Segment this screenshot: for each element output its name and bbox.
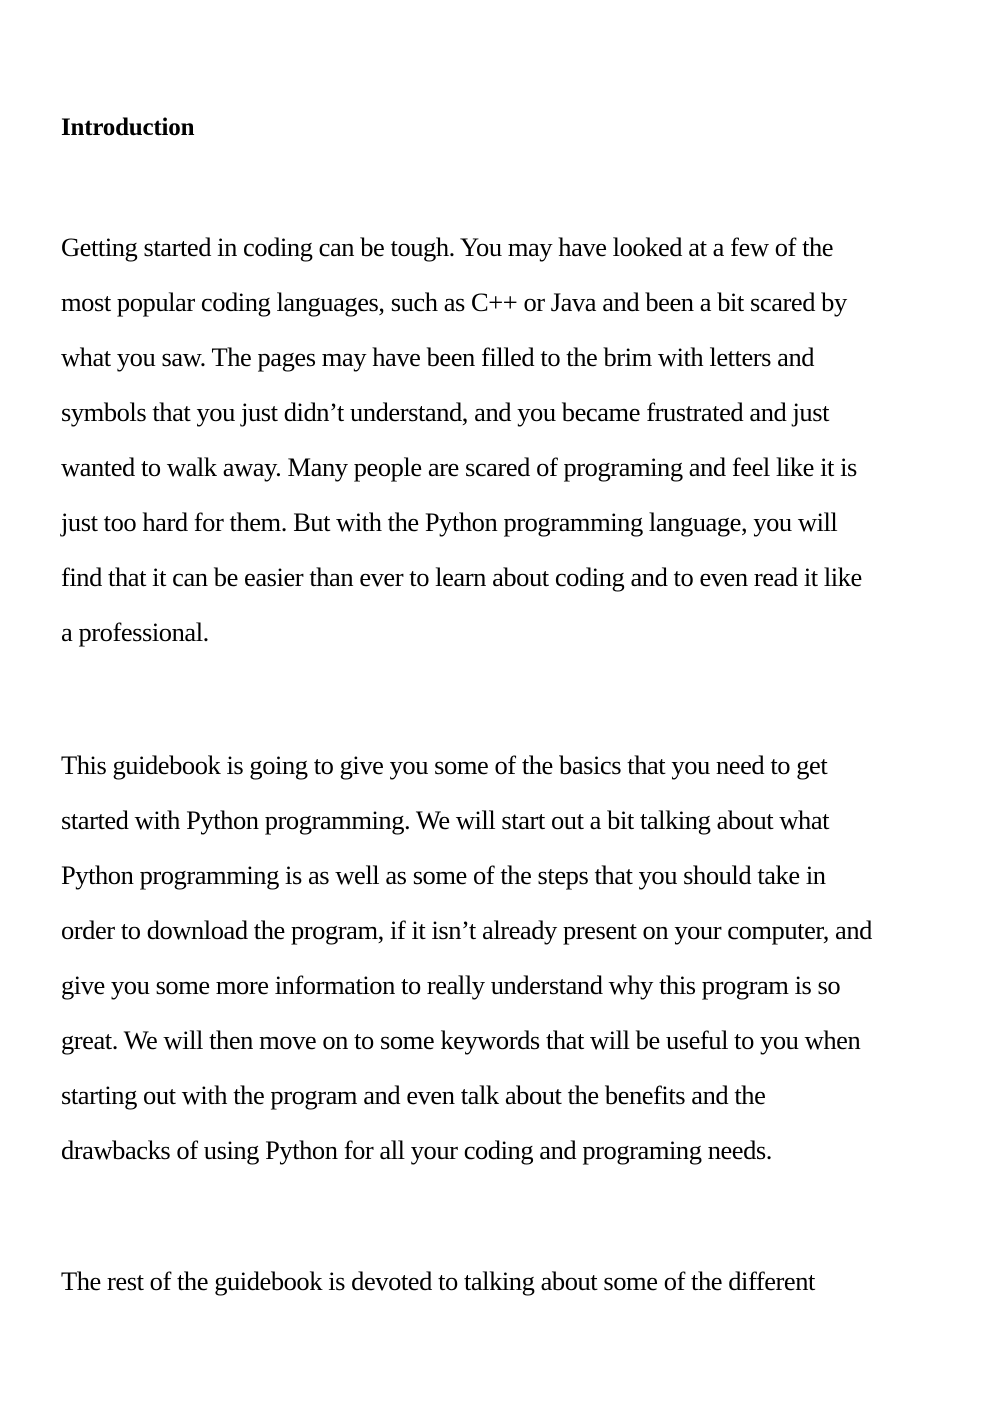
text-line: started with Python programming. We will… — [61, 805, 830, 835]
text-line: just too hard for them. But with the Pyt… — [61, 507, 838, 537]
paragraph: The rest of the guidebook is devoted to … — [61, 1254, 961, 1309]
paragraph: This guidebook is going to give you some… — [61, 738, 961, 1178]
text-line: wanted to walk away. Many people are sca… — [61, 452, 857, 482]
text-line: give you some more information to really… — [61, 970, 841, 1000]
text-line: The rest of the guidebook is devoted to … — [61, 1266, 815, 1296]
text-line: drawbacks of using Python for all your c… — [61, 1135, 772, 1165]
paragraph: Getting started in coding can be tough. … — [61, 220, 961, 660]
text-line: order to download the program, if it isn… — [61, 915, 872, 945]
document-page: Introduction Getting started in coding c… — [0, 0, 993, 1404]
text-line: Python programming is as well as some of… — [61, 860, 826, 890]
section-heading: Introduction — [61, 114, 195, 141]
text-line: what you saw. The pages may have been fi… — [61, 342, 815, 372]
text-line: great. We will then move on to some keyw… — [61, 1025, 861, 1055]
text-line: most popular coding languages, such as C… — [61, 287, 847, 317]
text-line: This guidebook is going to give you some… — [61, 750, 828, 780]
text-line: a professional. — [61, 617, 209, 647]
text-line: Getting started in coding can be tough. … — [61, 232, 834, 262]
text-line: symbols that you just didn’t understand,… — [61, 397, 829, 427]
text-line: find that it can be easier than ever to … — [61, 562, 862, 592]
text-line: starting out with the program and even t… — [61, 1080, 766, 1110]
